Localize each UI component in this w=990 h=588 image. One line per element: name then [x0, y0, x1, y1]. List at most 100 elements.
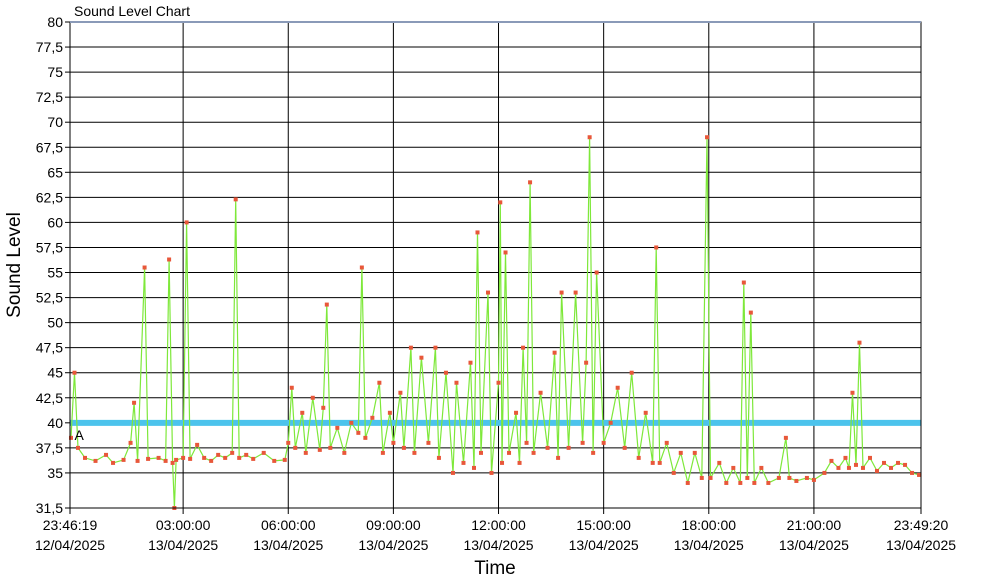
- data-point: [708, 475, 713, 480]
- data-point: [104, 452, 109, 457]
- sound-level-chart: 31,5 35 37,5 40 42,5 45 47,5 50 52,5 55 57,5 60 62,5…: [4, 3, 956, 579]
- x-tick-date-label: 13/04/2025: [779, 537, 849, 553]
- data-point: [636, 455, 641, 460]
- data-point: [209, 458, 214, 463]
- y-tick-label: 67,5: [36, 139, 63, 155]
- data-point: [671, 470, 676, 475]
- data-point: [759, 465, 764, 470]
- data-point: [514, 410, 519, 415]
- data-point: [608, 420, 613, 425]
- data-point: [163, 458, 168, 463]
- y-tick-label: 45: [47, 365, 63, 381]
- data-point: [643, 410, 648, 415]
- data-point: [552, 350, 557, 355]
- data-point: [419, 355, 424, 360]
- data-point: [289, 385, 294, 390]
- data-point: [436, 455, 441, 460]
- data-point: [188, 456, 193, 461]
- data-point: [128, 440, 133, 445]
- data-point: [717, 460, 722, 465]
- data-point: [829, 458, 834, 463]
- data-point: [528, 180, 533, 185]
- data-point: [500, 460, 505, 465]
- data-point: [342, 450, 347, 455]
- x-tick-date-label: 13/04/2025: [463, 537, 533, 553]
- data-point: [678, 450, 683, 455]
- data-point: [233, 197, 238, 202]
- data-point: [591, 450, 596, 455]
- data-point: [776, 475, 781, 480]
- data-point: [475, 230, 480, 235]
- data-point: [335, 425, 340, 430]
- data-point: [72, 370, 77, 375]
- data-point: [685, 480, 690, 485]
- data-point: [699, 475, 704, 480]
- data-point: [216, 452, 221, 457]
- data-point: [874, 468, 879, 473]
- data-point: [142, 265, 147, 270]
- data-point: [293, 445, 298, 450]
- data-point: [132, 400, 137, 405]
- data-point: [846, 465, 851, 470]
- x-tick-date-label: 13/04/2025: [358, 537, 428, 553]
- data-point: [349, 420, 354, 425]
- y-tick-label: 35: [47, 465, 63, 481]
- data-point: [486, 290, 491, 295]
- y-axis-title: Sound Level: [4, 212, 25, 318]
- x-tick-time-label: 09:00:00: [366, 517, 421, 533]
- data-point: [664, 440, 669, 445]
- data-point: [580, 440, 585, 445]
- data-point: [300, 410, 305, 415]
- data-point: [650, 460, 655, 465]
- data-point: [75, 445, 80, 450]
- data-point: [896, 460, 901, 465]
- data-point: [454, 380, 459, 385]
- data-point: [282, 457, 287, 462]
- data-point: [559, 290, 564, 295]
- data-point: [545, 445, 550, 450]
- x-tick-time-label: 15:00:00: [576, 517, 631, 533]
- y-tick-label: 80: [47, 14, 63, 30]
- data-point: [503, 250, 508, 255]
- data-point: [517, 460, 522, 465]
- data-point: [135, 458, 140, 463]
- data-point: [521, 345, 526, 350]
- data-point: [745, 475, 750, 480]
- data-point: [83, 455, 88, 460]
- data-point: [170, 460, 175, 465]
- data-point: [356, 430, 361, 435]
- data-point: [692, 450, 697, 455]
- x-tick-time-label: 12:00:00: [471, 517, 526, 533]
- data-point: [860, 465, 865, 470]
- data-point: [426, 440, 431, 445]
- data-point: [615, 385, 620, 390]
- x-tick-date-label: 13/04/2025: [569, 537, 639, 553]
- y-tick-label: 47,5: [36, 340, 63, 356]
- data-point: [111, 460, 116, 465]
- data-point: [556, 455, 561, 460]
- x-tick-date-label: 13/04/2025: [886, 537, 956, 553]
- data-point: [184, 220, 189, 225]
- data-point: [910, 470, 915, 475]
- x-tick-time-label: 03:00:00: [156, 517, 211, 533]
- data-point: [387, 410, 392, 415]
- y-tick-label: 31,5: [36, 500, 63, 516]
- data-point: [654, 245, 659, 250]
- data-point: [741, 280, 746, 285]
- data-point: [408, 345, 413, 350]
- data-point: [377, 380, 382, 385]
- x-tick-time-label: 21:00:00: [787, 517, 842, 533]
- data-point: [853, 462, 858, 467]
- data-point: [836, 465, 841, 470]
- x-tick-time-label: 18:00:00: [682, 517, 737, 533]
- data-point: [917, 472, 922, 477]
- data-point: [787, 475, 792, 480]
- y-tick-label: 75: [47, 64, 63, 80]
- data-point: [538, 390, 543, 395]
- plot-background: [70, 22, 921, 508]
- data-point: [303, 450, 308, 455]
- data-point: [496, 380, 501, 385]
- y-tick-label: 57,5: [36, 239, 63, 255]
- data-point: [272, 458, 277, 463]
- y-tick-label: 40: [47, 415, 63, 431]
